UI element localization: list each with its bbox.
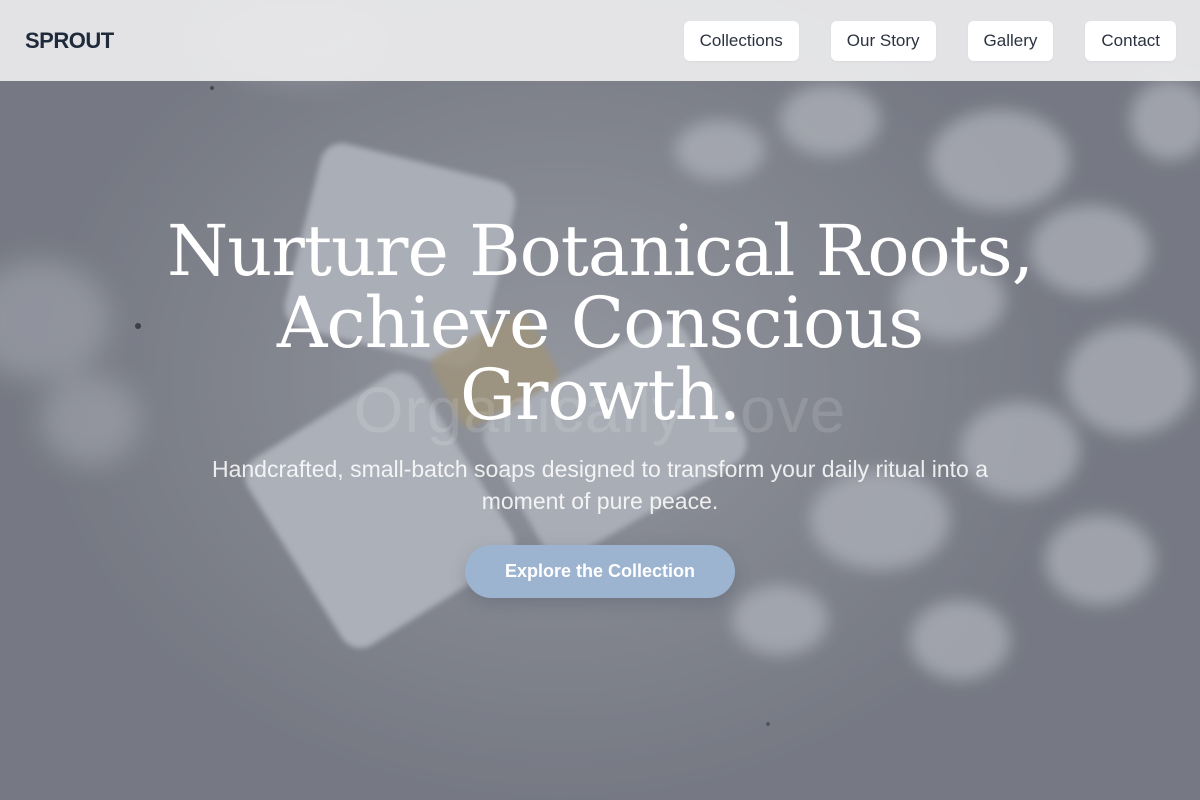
hero-title: Nurture Botanical Roots, Achieve Conscio…	[150, 215, 1050, 431]
nav-our-story[interactable]: Our Story	[830, 20, 936, 61]
brand-logo[interactable]: SPROUT	[25, 28, 114, 54]
hero-title-line-3: Growth.	[460, 354, 741, 436]
hero-title-line-2: Achieve Conscious	[276, 282, 924, 364]
site-header: SPROUT Collections Our Story Gallery Con…	[0, 0, 1200, 81]
explore-collection-button[interactable]: Explore the Collection	[465, 545, 735, 598]
nav-contact[interactable]: Contact	[1085, 20, 1176, 61]
hero-section: Organically Love Nurture Botanical Roots…	[0, 81, 1200, 800]
hero-title-line-1: Nurture Botanical Roots,	[167, 210, 1034, 292]
main-nav: Collections Our Story Gallery Contact	[683, 20, 1176, 61]
hero-subtitle: Handcrafted, small-batch soaps designed …	[211, 456, 988, 514]
nav-gallery[interactable]: Gallery	[967, 20, 1054, 61]
nav-collections[interactable]: Collections	[683, 20, 799, 61]
